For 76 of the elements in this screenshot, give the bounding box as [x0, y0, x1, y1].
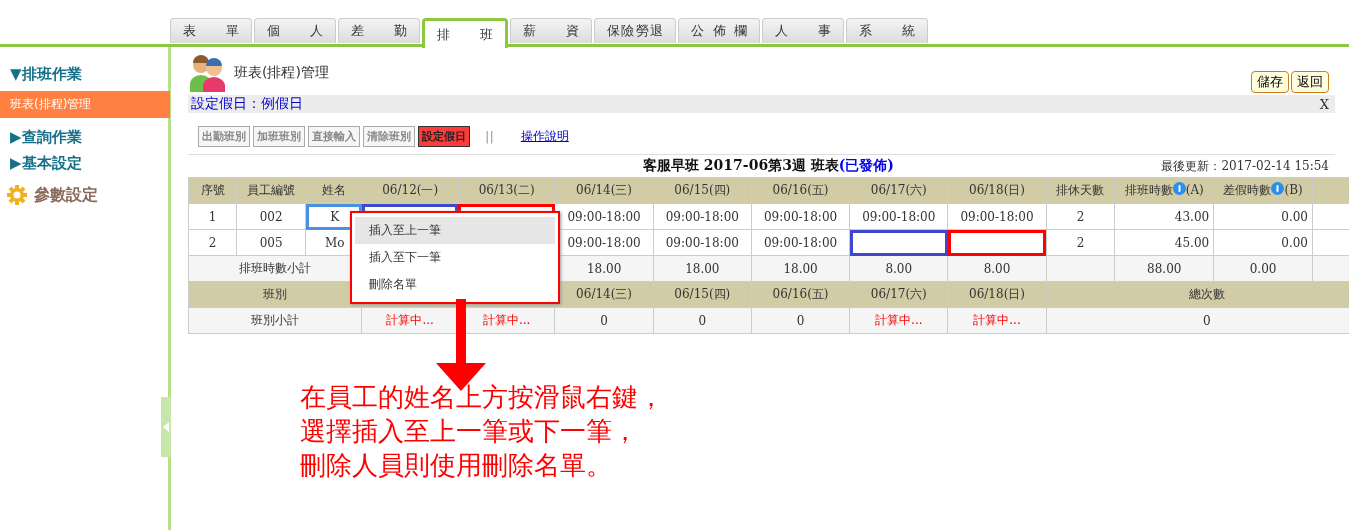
table-cell: 0.00 [1213, 229, 1313, 256]
table-cell: 8.00 [849, 255, 948, 282]
nav-tab[interactable]: 保險勞退 [594, 18, 676, 43]
table-cell: 計算中... [483, 313, 531, 327]
table-cell: 88.00 [1114, 255, 1214, 282]
instruction-text: 在員工的姓名上方按滑鼠右鍵， 選擇插入至上一筆或下一筆， 刪除人員則使用刪除名單。 [299, 381, 665, 482]
table-cell: 0.00 [1213, 203, 1313, 230]
nav-tab[interactable]: 差勤 [338, 18, 420, 43]
table-cell: 0 [600, 313, 608, 328]
column-header: 序號 [188, 177, 237, 204]
column-header: 06/17(六) [870, 287, 927, 301]
column-header: 06/18(日) [969, 287, 1025, 301]
table-cell: 8.00 [947, 255, 1047, 282]
last-updated: 最後更新：2017-02-14 15:54 [1161, 157, 1329, 175]
help-link[interactable]: 操作說明 [520, 128, 569, 145]
column-header: 排班時數 (A) [1114, 177, 1214, 204]
gear-icon [6, 184, 28, 206]
column-header: 差假時數 (B) [1213, 177, 1313, 204]
table-cell: 0.00 [1213, 255, 1313, 282]
table-cell: 0 [796, 313, 805, 328]
column-header: 員工編號 [236, 177, 306, 204]
table-cell: 18.00 [751, 255, 850, 282]
column-header: 06/17(六) [849, 177, 948, 204]
table-cell: 09:00-18:00 [751, 203, 850, 230]
action-button[interactable]: 儲存 [1251, 71, 1289, 93]
table-cell: 2 [188, 229, 237, 256]
column-header: 06/12(一) [361, 177, 459, 204]
table-cell: 09:00-18:00 [849, 203, 948, 230]
column-header: 06/13(二) [458, 177, 555, 204]
column-header: 06/14(三) [576, 287, 633, 301]
nav-tab[interactable]: 表單 [170, 18, 252, 43]
menu-item[interactable]: 插入至上一筆 [355, 217, 555, 244]
column-header: 06/16(五) [772, 287, 829, 301]
table-cell: 45.00 [1114, 229, 1214, 256]
column-header: 06/16(五) [751, 177, 850, 204]
notice-text: 設定假日：例假日 [190, 95, 303, 113]
table-cell: 計算中... [973, 313, 1021, 327]
collapse-handle[interactable] [161, 397, 171, 457]
table-cell: 09:00-18:00 [947, 203, 1047, 230]
separator-mark: || [485, 129, 494, 144]
table-cell: 09:00-18:00 [653, 203, 752, 230]
column-header: 06/14(三) [554, 177, 654, 204]
table-cell: 43.00 [1114, 203, 1214, 230]
action-button[interactable]: 返回 [1291, 71, 1329, 93]
column-header: 06/15(四) [674, 287, 731, 301]
close-button[interactable]: X [1319, 96, 1335, 112]
sidebar-section[interactable]: ▶查詢作業 [0, 126, 168, 152]
table-cell: 0 [698, 313, 707, 328]
schedule-title: 客服早班 2017-06第3週 班表(已發佈) [643, 157, 894, 175]
table-cell: 1 [188, 203, 237, 230]
sidebar-section[interactable]: ▶基本設定 [0, 152, 168, 178]
table-cell: 0 [1046, 307, 1349, 334]
column-header: 06/15(四) [653, 177, 752, 204]
sidebar-section[interactable]: ▼排班作業 [0, 63, 168, 89]
page-title: 班表(排程)管理 [234, 64, 329, 82]
nav-tab[interactable]: 個人 [254, 18, 336, 43]
table-cell: 2 [1046, 203, 1115, 230]
table-cell: 計算中... [386, 313, 434, 327]
sidebar-section[interactable]: 參數設定 [34, 184, 98, 206]
column-header: 06/18(日) [947, 177, 1047, 204]
table-cell: 09:00-18:00 [653, 229, 752, 256]
table-cell: 2 [1046, 229, 1115, 256]
nav-tab[interactable]: 排班 [422, 18, 508, 48]
column-header: 姓名 [305, 177, 362, 204]
nav-tab[interactable]: 薪資 [510, 18, 592, 43]
nav-tab[interactable]: 人事 [762, 18, 844, 43]
column-header: 排休天數 [1046, 177, 1115, 204]
nav-tab[interactable]: 公佈欄 [678, 18, 760, 43]
table-cell: 計算中... [875, 313, 923, 327]
table-cell: 18.00 [653, 255, 752, 282]
people-icon [188, 54, 228, 92]
nav-tab[interactable]: 系統 [846, 18, 928, 43]
row-label: 班別小計 [188, 307, 362, 334]
toolbar-button[interactable]: 設定假日 [418, 126, 470, 147]
table-cell: 09:00-18:00 [751, 229, 850, 256]
column-header: 總次數 [1046, 281, 1349, 308]
